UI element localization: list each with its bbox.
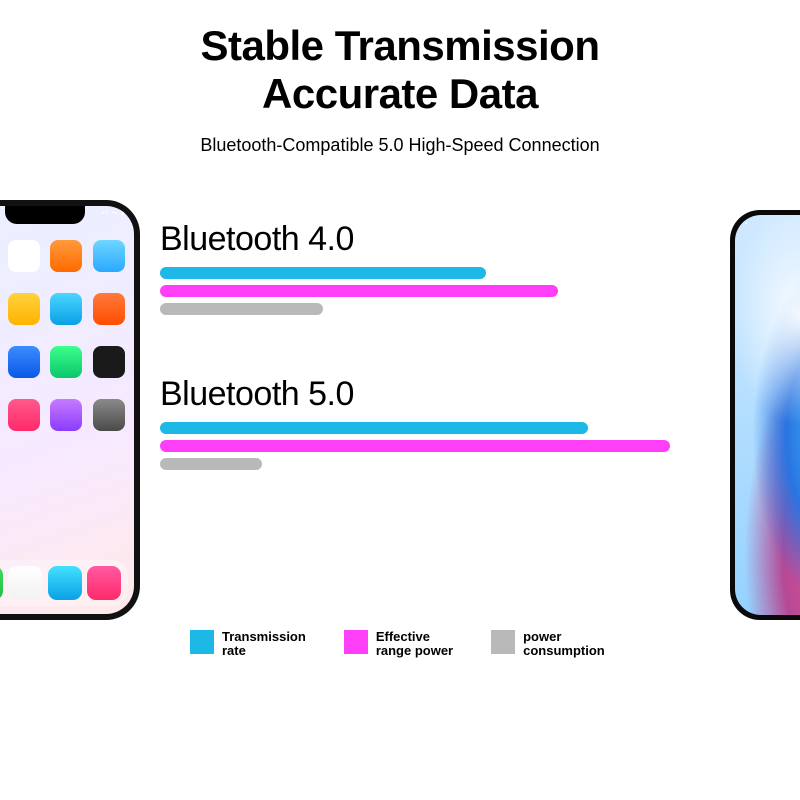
chart-group-label: Bluetooth 5.0 bbox=[160, 375, 670, 414]
app-icon bbox=[47, 346, 86, 389]
legend-label: powerconsumption bbox=[523, 630, 605, 659]
dock-app-icon bbox=[48, 566, 82, 600]
dock-app-icon bbox=[0, 566, 3, 600]
chart-bar-effective_range_power bbox=[160, 285, 558, 297]
phone-left-screen: •ıl ⏦ ▮ 相机家庭天气健康 bbox=[0, 206, 134, 614]
title-line-1: Stable Transmission bbox=[201, 22, 600, 69]
dock-app-icon bbox=[87, 566, 121, 600]
title-line-2: Accurate Data bbox=[262, 70, 538, 117]
app-icon-shape bbox=[93, 293, 125, 325]
chart-group: Bluetooth 5.0 bbox=[160, 375, 670, 470]
legend-label: Transmissionrate bbox=[222, 630, 306, 659]
app-icon bbox=[5, 293, 44, 336]
legend-label: Effectiverange power bbox=[376, 630, 453, 659]
chart-group: Bluetooth 4.0 bbox=[160, 220, 670, 315]
app-icon-shape bbox=[8, 399, 40, 431]
home-app-grid: 相机家庭天气健康 bbox=[0, 240, 128, 442]
phone-dock bbox=[0, 560, 128, 606]
chart-bar-transmission_rate bbox=[160, 267, 486, 279]
app-icon bbox=[47, 293, 86, 336]
app-icon-shape bbox=[93, 240, 125, 272]
app-icon-shape bbox=[93, 346, 125, 378]
app-icon-shape bbox=[8, 346, 40, 378]
chart-bar-power_consumption bbox=[160, 303, 323, 315]
dock-app-icon bbox=[8, 566, 42, 600]
status-bar-icons: •ıl ⏦ ▮ bbox=[102, 210, 126, 218]
page-subtitle: Bluetooth-Compatible 5.0 High-Speed Conn… bbox=[0, 135, 800, 156]
app-icon-shape bbox=[93, 399, 125, 431]
app-icon-shape bbox=[50, 399, 82, 431]
status-bar: •▮ bbox=[735, 221, 800, 229]
app-icon bbox=[5, 346, 44, 389]
chart-bar-power_consumption bbox=[160, 458, 262, 470]
app-icon bbox=[90, 293, 129, 336]
app-icon-shape bbox=[50, 346, 82, 378]
app-icon bbox=[5, 240, 44, 283]
phone-left: •ıl ⏦ ▮ 相机家庭天气健康 bbox=[0, 200, 140, 620]
page-title: Stable Transmission Accurate Data bbox=[0, 22, 800, 119]
chart-bar-transmission_rate bbox=[160, 422, 588, 434]
legend-swatch bbox=[190, 630, 214, 654]
legend-swatch bbox=[491, 630, 515, 654]
chart-bar-effective_range_power bbox=[160, 440, 670, 452]
chart-legend: Transmissionrate Effectiverange power powe… bbox=[190, 630, 605, 659]
phone-right-screen: •▮ bbox=[735, 215, 800, 615]
app-icon-shape bbox=[50, 293, 82, 325]
chart-group-label: Bluetooth 4.0 bbox=[160, 220, 670, 259]
bluetooth-comparison-chart: Bluetooth 4.0 Bluetooth 5.0 bbox=[160, 220, 670, 530]
legend-item: Effectiverange power bbox=[344, 630, 453, 659]
app-icon: 家庭 bbox=[0, 293, 1, 336]
phone-right: •▮ bbox=[730, 210, 800, 620]
app-icon bbox=[5, 399, 44, 442]
app-icon: 天气 bbox=[0, 346, 1, 389]
app-icon-shape bbox=[8, 293, 40, 325]
app-icon bbox=[90, 240, 129, 283]
legend-swatch bbox=[344, 630, 368, 654]
header: Stable Transmission Accurate Data Blueto… bbox=[0, 0, 800, 156]
phone-notch bbox=[5, 206, 85, 224]
app-icon-shape bbox=[8, 240, 40, 272]
app-icon-shape bbox=[50, 240, 82, 272]
app-icon bbox=[47, 240, 86, 283]
legend-item: Transmissionrate bbox=[190, 630, 306, 659]
app-icon: 相机 bbox=[0, 240, 1, 283]
app-icon bbox=[90, 399, 129, 442]
app-icon bbox=[90, 346, 129, 389]
legend-item: powerconsumption bbox=[491, 630, 605, 659]
app-icon bbox=[47, 399, 86, 442]
app-icon: 健康 bbox=[0, 399, 1, 442]
